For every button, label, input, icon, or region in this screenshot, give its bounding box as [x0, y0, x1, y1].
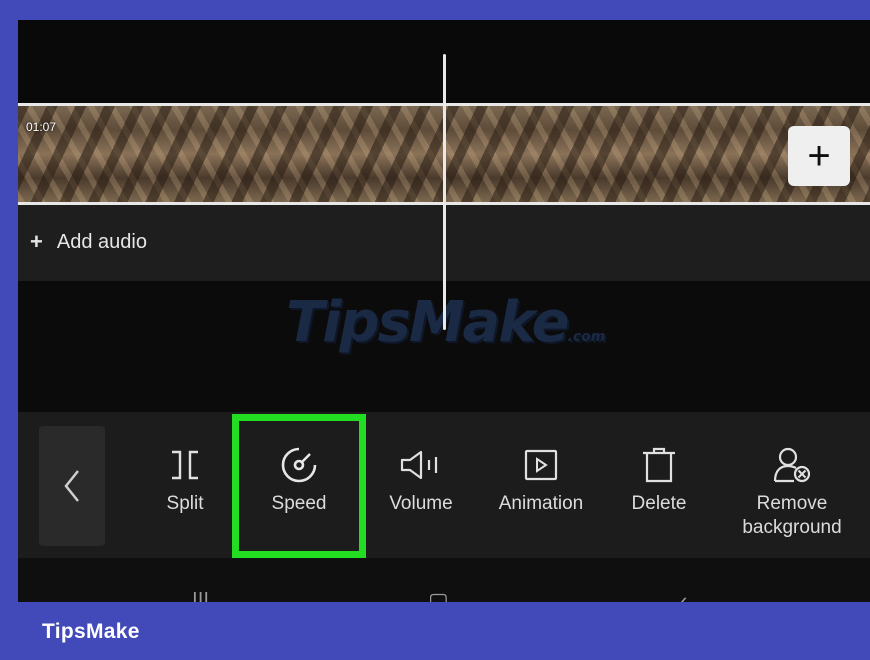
- plus-icon: +: [30, 229, 43, 254]
- android-nav-bar: ||| ▢ ‹: [18, 558, 870, 602]
- delete-label: Delete: [631, 493, 687, 514]
- home-button[interactable]: ▢: [428, 588, 449, 602]
- remove-background-label: Remove background: [742, 493, 842, 538]
- animation-tool[interactable]: Animation: [492, 412, 590, 558]
- trash-icon: [643, 447, 675, 483]
- delete-tool[interactable]: Delete: [626, 412, 692, 558]
- remove-background-tool[interactable]: Remove background: [730, 412, 854, 558]
- clip-duration: 01:07: [26, 120, 57, 134]
- speed-highlight-box: [232, 414, 366, 558]
- remove-background-icon: [773, 447, 811, 483]
- toolbar-back-button[interactable]: [39, 426, 105, 546]
- app-screen: 01:07 + + Add audio TipsMake.com Split S…: [18, 20, 870, 602]
- split-tool[interactable]: Split: [150, 412, 220, 558]
- split-icon: [172, 450, 198, 480]
- animation-play-icon: [524, 449, 558, 481]
- add-clip-button[interactable]: +: [788, 126, 850, 186]
- add-audio-label: Add audio: [56, 230, 147, 253]
- volume-label: Volume: [389, 493, 453, 514]
- edit-toolbar: Split Speed Volume Animation Delete Remo…: [18, 412, 870, 558]
- back-nav-button[interactable]: ‹: [680, 588, 687, 602]
- chevron-left-icon: [64, 470, 79, 502]
- playhead[interactable]: [443, 54, 446, 330]
- volume-tool[interactable]: Volume: [384, 412, 458, 558]
- split-label: Split: [166, 493, 204, 514]
- add-audio-button[interactable]: + Add audio: [30, 229, 147, 255]
- animation-label: Animation: [498, 493, 584, 514]
- recent-apps-button[interactable]: |||: [192, 588, 209, 602]
- speaker-icon: [400, 450, 438, 480]
- brand-label: TipsMake: [42, 620, 140, 643]
